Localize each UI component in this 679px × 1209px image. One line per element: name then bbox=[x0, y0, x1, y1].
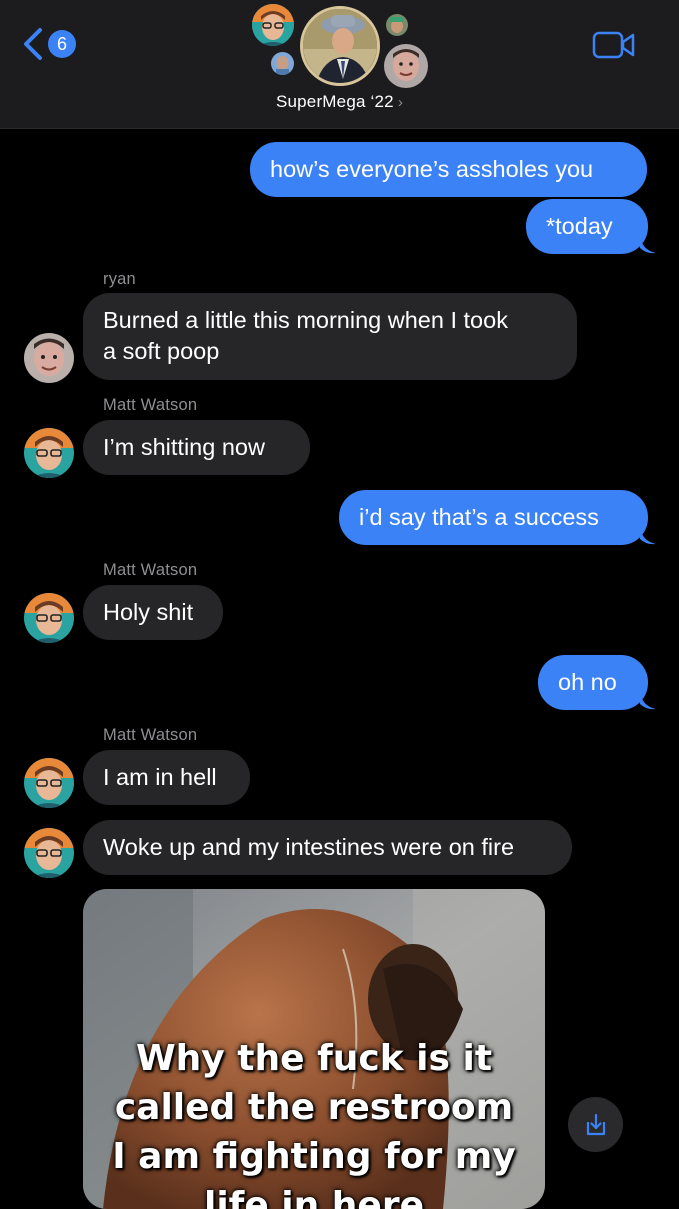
message-text: I’m shitting now bbox=[103, 434, 265, 460]
chevron-right-icon: › bbox=[397, 94, 404, 111]
message-line: Burned a little this morning when I took bbox=[103, 307, 508, 333]
incoming-message[interactable]: Burned a little this morning when I took… bbox=[83, 293, 577, 380]
message-text: how’s everyone’s assholes you bbox=[270, 156, 594, 182]
caption-line: Why the fuck is it bbox=[135, 1038, 493, 1079]
message-text: i’d say that’s a success bbox=[359, 504, 599, 530]
caption-line: I am fighting for my bbox=[112, 1136, 516, 1177]
member-avatar bbox=[300, 6, 380, 86]
message-text: Woke up and my intestines were on fire bbox=[103, 834, 515, 860]
sender-avatar[interactable] bbox=[24, 828, 74, 878]
chevron-left-icon bbox=[24, 28, 42, 60]
message-text: *today bbox=[546, 213, 613, 239]
incoming-message[interactable]: I am in hell bbox=[83, 750, 250, 805]
sender-name: Matt Watson bbox=[103, 561, 198, 579]
video-call-button[interactable] bbox=[592, 30, 636, 65]
save-image-button[interactable] bbox=[568, 1097, 623, 1152]
sender-avatar[interactable] bbox=[24, 333, 74, 383]
unread-count-badge: 6 bbox=[48, 30, 76, 58]
caption-line: life in here bbox=[203, 1185, 424, 1209]
bubble-tail bbox=[640, 527, 656, 545]
incoming-message[interactable]: Holy shit bbox=[83, 585, 223, 640]
conversation-header: 6 SuperMega ‘22 › bbox=[0, 0, 679, 129]
bubble-tail bbox=[640, 692, 656, 710]
image-message[interactable]: Why the fuck is it called the restroom I… bbox=[83, 889, 545, 1209]
member-avatar bbox=[252, 4, 294, 46]
meme-caption: Why the fuck is it called the restroom I… bbox=[83, 1034, 545, 1209]
group-name[interactable]: SuperMega ‘22 › bbox=[0, 92, 679, 112]
group-avatar-cluster[interactable] bbox=[250, 0, 430, 92]
message-text: oh no bbox=[558, 669, 617, 695]
member-avatar bbox=[386, 14, 408, 36]
sender-name: Matt Watson bbox=[103, 396, 198, 414]
caption-line: called the restroom bbox=[114, 1087, 514, 1128]
member-avatar bbox=[271, 52, 294, 75]
bubble-tail bbox=[640, 236, 656, 254]
message-line: a soft poop bbox=[103, 338, 220, 364]
outgoing-message[interactable]: how’s everyone’s assholes you bbox=[250, 142, 647, 197]
sender-name: ryan bbox=[103, 270, 136, 288]
incoming-message[interactable]: I’m shitting now bbox=[83, 420, 310, 475]
back-button[interactable]: 6 bbox=[22, 26, 76, 62]
sender-avatar[interactable] bbox=[24, 758, 74, 808]
group-name-label: SuperMega ‘22 bbox=[275, 92, 394, 111]
download-icon bbox=[586, 1113, 605, 1135]
sender-name: Matt Watson bbox=[103, 726, 198, 744]
message-text: Holy shit bbox=[103, 599, 194, 625]
outgoing-message[interactable]: *today bbox=[526, 199, 648, 254]
member-avatar bbox=[384, 44, 428, 88]
sender-avatar[interactable] bbox=[24, 428, 74, 478]
outgoing-message[interactable]: oh no bbox=[538, 655, 648, 710]
sender-avatar[interactable] bbox=[24, 593, 74, 643]
message-text: I am in hell bbox=[103, 764, 217, 790]
outgoing-message[interactable]: i’d say that’s a success bbox=[339, 490, 648, 545]
incoming-message[interactable]: Woke up and my intestines were on fire bbox=[83, 820, 572, 875]
video-camera-icon bbox=[592, 31, 635, 59]
